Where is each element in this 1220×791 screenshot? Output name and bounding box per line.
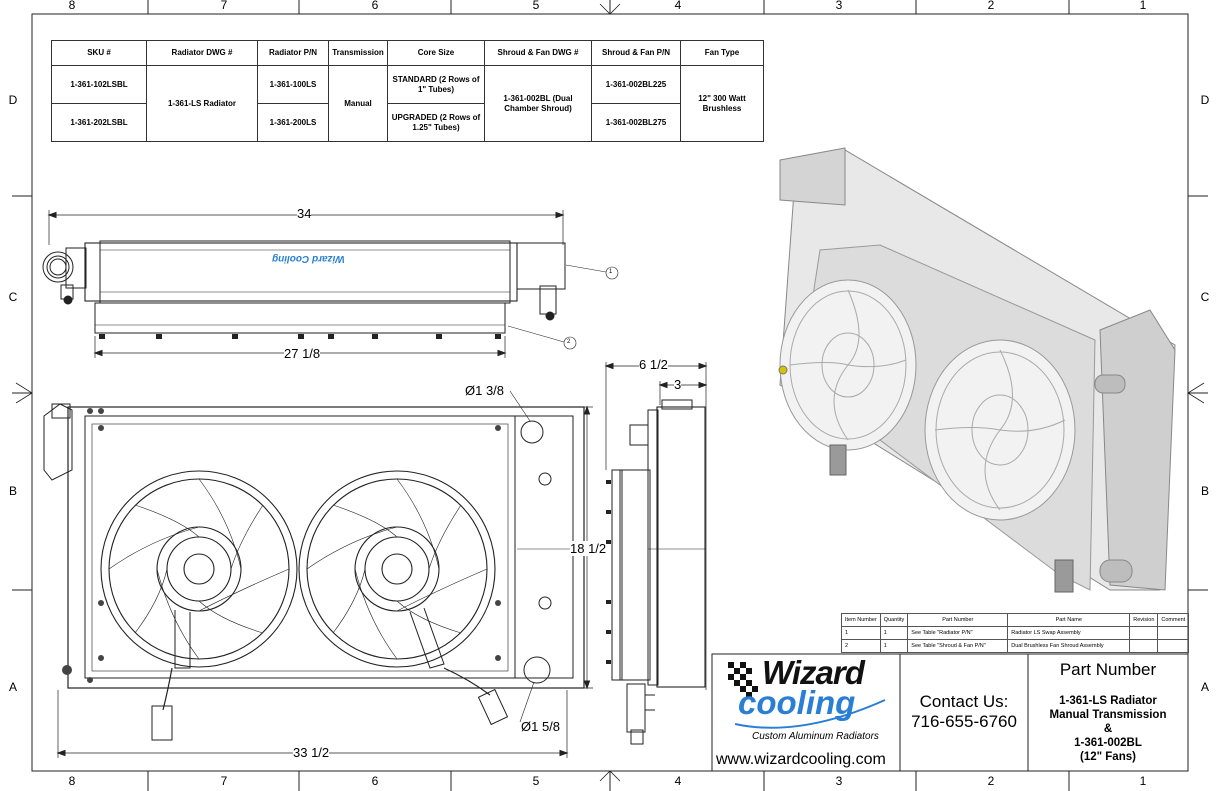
logo-cooling: cooling bbox=[738, 684, 856, 721]
logo-tagline: Custom Aluminum Radiators bbox=[752, 731, 879, 742]
part-line: 1-361-LS Radiator bbox=[1059, 695, 1157, 707]
part-line: Manual Transmission bbox=[1049, 709, 1167, 721]
contact-phone: 716-655-6760 bbox=[911, 712, 1017, 731]
part-number-label: Part Number bbox=[1059, 660, 1157, 679]
contact-label: Contact Us: bbox=[919, 692, 1009, 711]
part-number-description: 1-361-LS Radiator Manual Transmission & … bbox=[1028, 694, 1188, 764]
part-line: & bbox=[1103, 723, 1113, 735]
part-line: (12" Fans) bbox=[1080, 751, 1136, 763]
website-link[interactable]: www.wizardcooling.com bbox=[716, 751, 886, 769]
drawing-sheet: 8 7 6 5 4 3 2 1 8 7 6 5 4 3 2 1 D C B A … bbox=[0, 0, 1220, 791]
part-line: 1-361-002BL bbox=[1074, 737, 1142, 749]
